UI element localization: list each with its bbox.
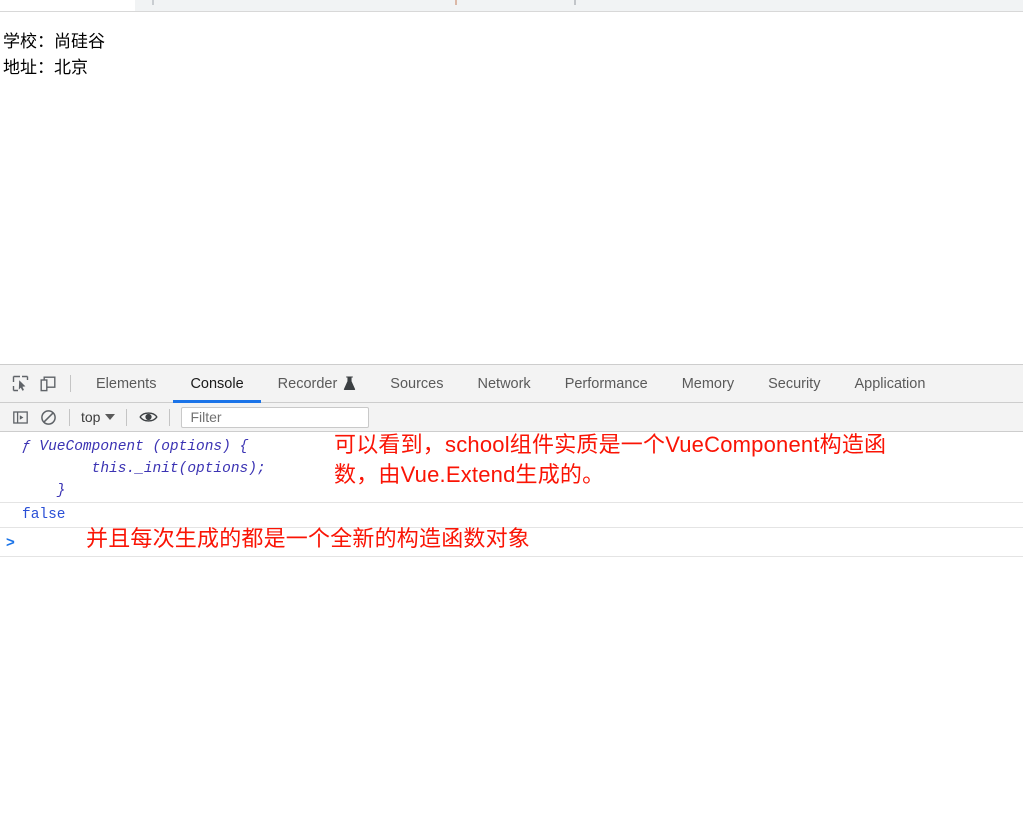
tab-application-label: Application [854, 375, 926, 392]
page-text-address: 地址：北京 [3, 58, 88, 77]
tab-memory-label: Memory [681, 375, 735, 392]
omnibox-glyph-remnant [574, 0, 576, 5]
browser-chrome-sliver [0, 0, 1023, 11]
page-viewport: 学校：尚硅谷 地址：北京 [0, 12, 1023, 364]
omnibox-glyph-remnant [455, 0, 457, 5]
console-filter-input[interactable] [181, 406, 370, 428]
clear-console-icon[interactable] [34, 403, 62, 431]
tab-sources[interactable]: Sources [373, 365, 460, 403]
chevron-down-icon [105, 414, 116, 420]
annotation-vuecomponent-note: 可以看到，school组件实质是一个VueComponent构造函 数，由Vue… [334, 432, 887, 487]
annotation-new-constructor-note: 并且每次生成的都是一个全新的构造函数对象 [86, 526, 531, 551]
console-prompt-caret: > [6, 533, 15, 551]
devtools-tabbar: Elements Console Recorder Sources Networ… [0, 365, 1023, 403]
device-toolbar-icon[interactable] [34, 370, 62, 398]
tab-console[interactable]: Console [173, 365, 261, 403]
console-boolean-value: false [22, 507, 66, 523]
console-empty-area [0, 629, 1023, 824]
tab-network[interactable]: Network [461, 365, 548, 403]
devtools-panel: Elements Console Recorder Sources Networ… [0, 364, 1023, 824]
page-text-school: 学校：尚硅谷 [3, 32, 105, 51]
tab-sources-label: Sources [390, 375, 444, 392]
browser-omnibox[interactable] [135, 0, 1023, 11]
console-sidebar-icon[interactable] [6, 403, 34, 431]
tab-elements-label: Elements [96, 375, 157, 392]
console-context-selector[interactable]: top [77, 409, 119, 425]
tab-application[interactable]: Application [837, 365, 942, 403]
console-toolbar: top [0, 403, 1023, 432]
tab-elements[interactable]: Elements [79, 365, 173, 403]
console-context-label: top [81, 409, 101, 425]
tab-security-label: Security [768, 375, 821, 392]
console-toolbar-divider [126, 408, 128, 426]
console-toolbar-divider [169, 408, 171, 426]
tab-performance[interactable]: Performance [548, 365, 665, 403]
tab-memory[interactable]: Memory [665, 365, 751, 403]
tab-recorder-label: Recorder [277, 375, 338, 392]
tab-security[interactable]: Security [751, 365, 837, 403]
tab-performance-label: Performance [564, 375, 648, 392]
inspect-element-icon[interactable] [6, 370, 34, 398]
eye-icon[interactable] [134, 403, 162, 431]
console-toolbar-divider [69, 408, 70, 426]
tab-console-label: Console [190, 375, 244, 392]
omnibox-glyph-remnant [152, 0, 154, 5]
toolbar-divider [70, 375, 71, 392]
tab-recorder[interactable]: Recorder [261, 365, 374, 403]
tab-network-label: Network [477, 375, 531, 392]
flask-icon [343, 376, 356, 391]
